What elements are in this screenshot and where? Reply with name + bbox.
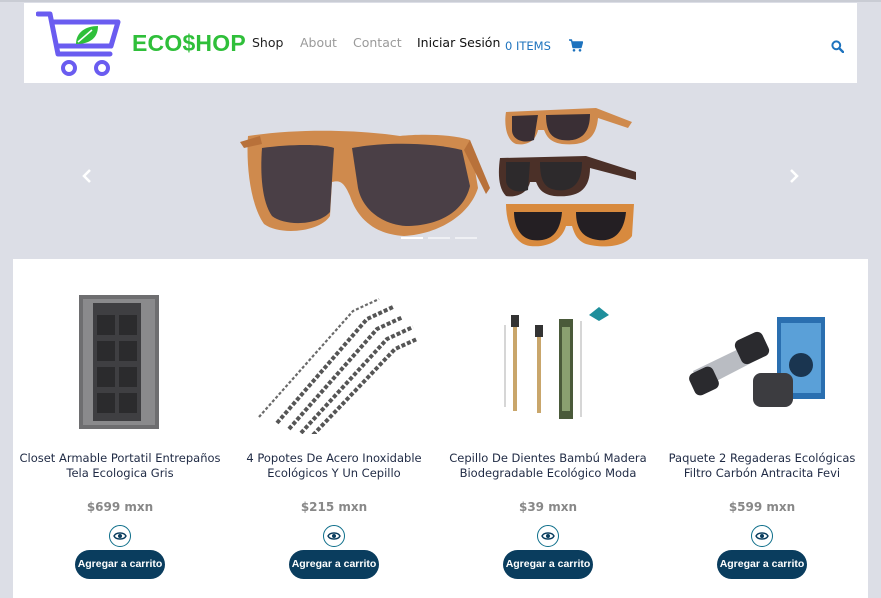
- carousel-dot[interactable]: [401, 237, 423, 239]
- carousel-indicators: [401, 237, 477, 239]
- product-grid: Closet Armable Portatil Entrepaños Tela …: [13, 259, 868, 598]
- add-to-cart-button[interactable]: Agregar a carrito: [75, 550, 165, 579]
- product-card: Cepillo De Dientes Bambú Madera Biodegra…: [441, 259, 655, 598]
- hero-carousel: [0, 84, 881, 256]
- chevron-right-icon[interactable]: [788, 168, 800, 184]
- nav-login[interactable]: Iniciar Sesión: [417, 35, 500, 50]
- quick-view-button[interactable]: [537, 525, 559, 547]
- nav-contact[interactable]: Contact: [353, 35, 402, 50]
- add-to-cart-button[interactable]: Agregar a carrito: [503, 550, 593, 579]
- product-title[interactable]: Closet Armable Portatil Entrepaños Tela …: [19, 451, 221, 481]
- eye-icon: [327, 532, 341, 540]
- site-header: ECO$HOP Shop About Contact Iniciar Sesió…: [24, 3, 857, 83]
- eye-icon: [541, 532, 555, 540]
- search-icon[interactable]: [831, 40, 844, 53]
- carousel-dot[interactable]: [428, 237, 450, 239]
- logo[interactable]: ECO$HOP: [35, 8, 246, 78]
- logo-text: ECO$HOP: [132, 30, 246, 56]
- product-card: Closet Armable Portatil Entrepaños Tela …: [13, 259, 227, 598]
- product-image-toothbrush[interactable]: [463, 289, 633, 434]
- quick-view-button[interactable]: [751, 525, 773, 547]
- eye-icon: [113, 532, 127, 540]
- add-to-cart-button[interactable]: Agregar a carrito: [717, 550, 807, 579]
- nav-about[interactable]: About: [300, 35, 337, 50]
- shopping-cart-icon[interactable]: [569, 39, 583, 52]
- cart-logo-icon: [35, 11, 121, 76]
- product-price: $699 mxn: [86, 500, 154, 514]
- product-card: 4 Popotes De Acero Inoxidable Ecológicos…: [227, 259, 441, 598]
- product-price: $39 mxn: [518, 500, 577, 514]
- large-sunglasses: [240, 130, 490, 236]
- eye-icon: [755, 532, 769, 540]
- product-image-closet[interactable]: [35, 289, 205, 434]
- product-title[interactable]: Paquete 2 Regaderas Ecológicas Filtro Ca…: [661, 451, 863, 481]
- chevron-left-icon[interactable]: [81, 168, 93, 184]
- sunglasses-banner-image: [240, 108, 636, 247]
- product-title[interactable]: 4 Popotes De Acero Inoxidable Ecológicos…: [233, 451, 435, 481]
- cart-count[interactable]: 0 ITEMS: [505, 39, 551, 53]
- top-border: [0, 0, 881, 2]
- nav-shop[interactable]: Shop: [252, 35, 283, 50]
- product-image-shower-filter[interactable]: [677, 289, 847, 434]
- small-sunglasses-top: [505, 108, 632, 145]
- product-title[interactable]: Cepillo De Dientes Bambú Madera Biodegra…: [447, 451, 649, 481]
- quick-view-button[interactable]: [323, 525, 345, 547]
- product-price: $599 mxn: [728, 500, 796, 514]
- product-card: Paquete 2 Regaderas Ecológicas Filtro Ca…: [655, 259, 869, 598]
- small-sunglasses-middle: [498, 156, 636, 197]
- add-to-cart-button[interactable]: Agregar a carrito: [289, 550, 379, 579]
- quick-view-button[interactable]: [109, 525, 131, 547]
- product-price: $215 mxn: [300, 500, 368, 514]
- small-sunglasses-bottom: [506, 204, 634, 247]
- carousel-dot[interactable]: [455, 237, 477, 239]
- product-image-straws[interactable]: [249, 289, 419, 434]
